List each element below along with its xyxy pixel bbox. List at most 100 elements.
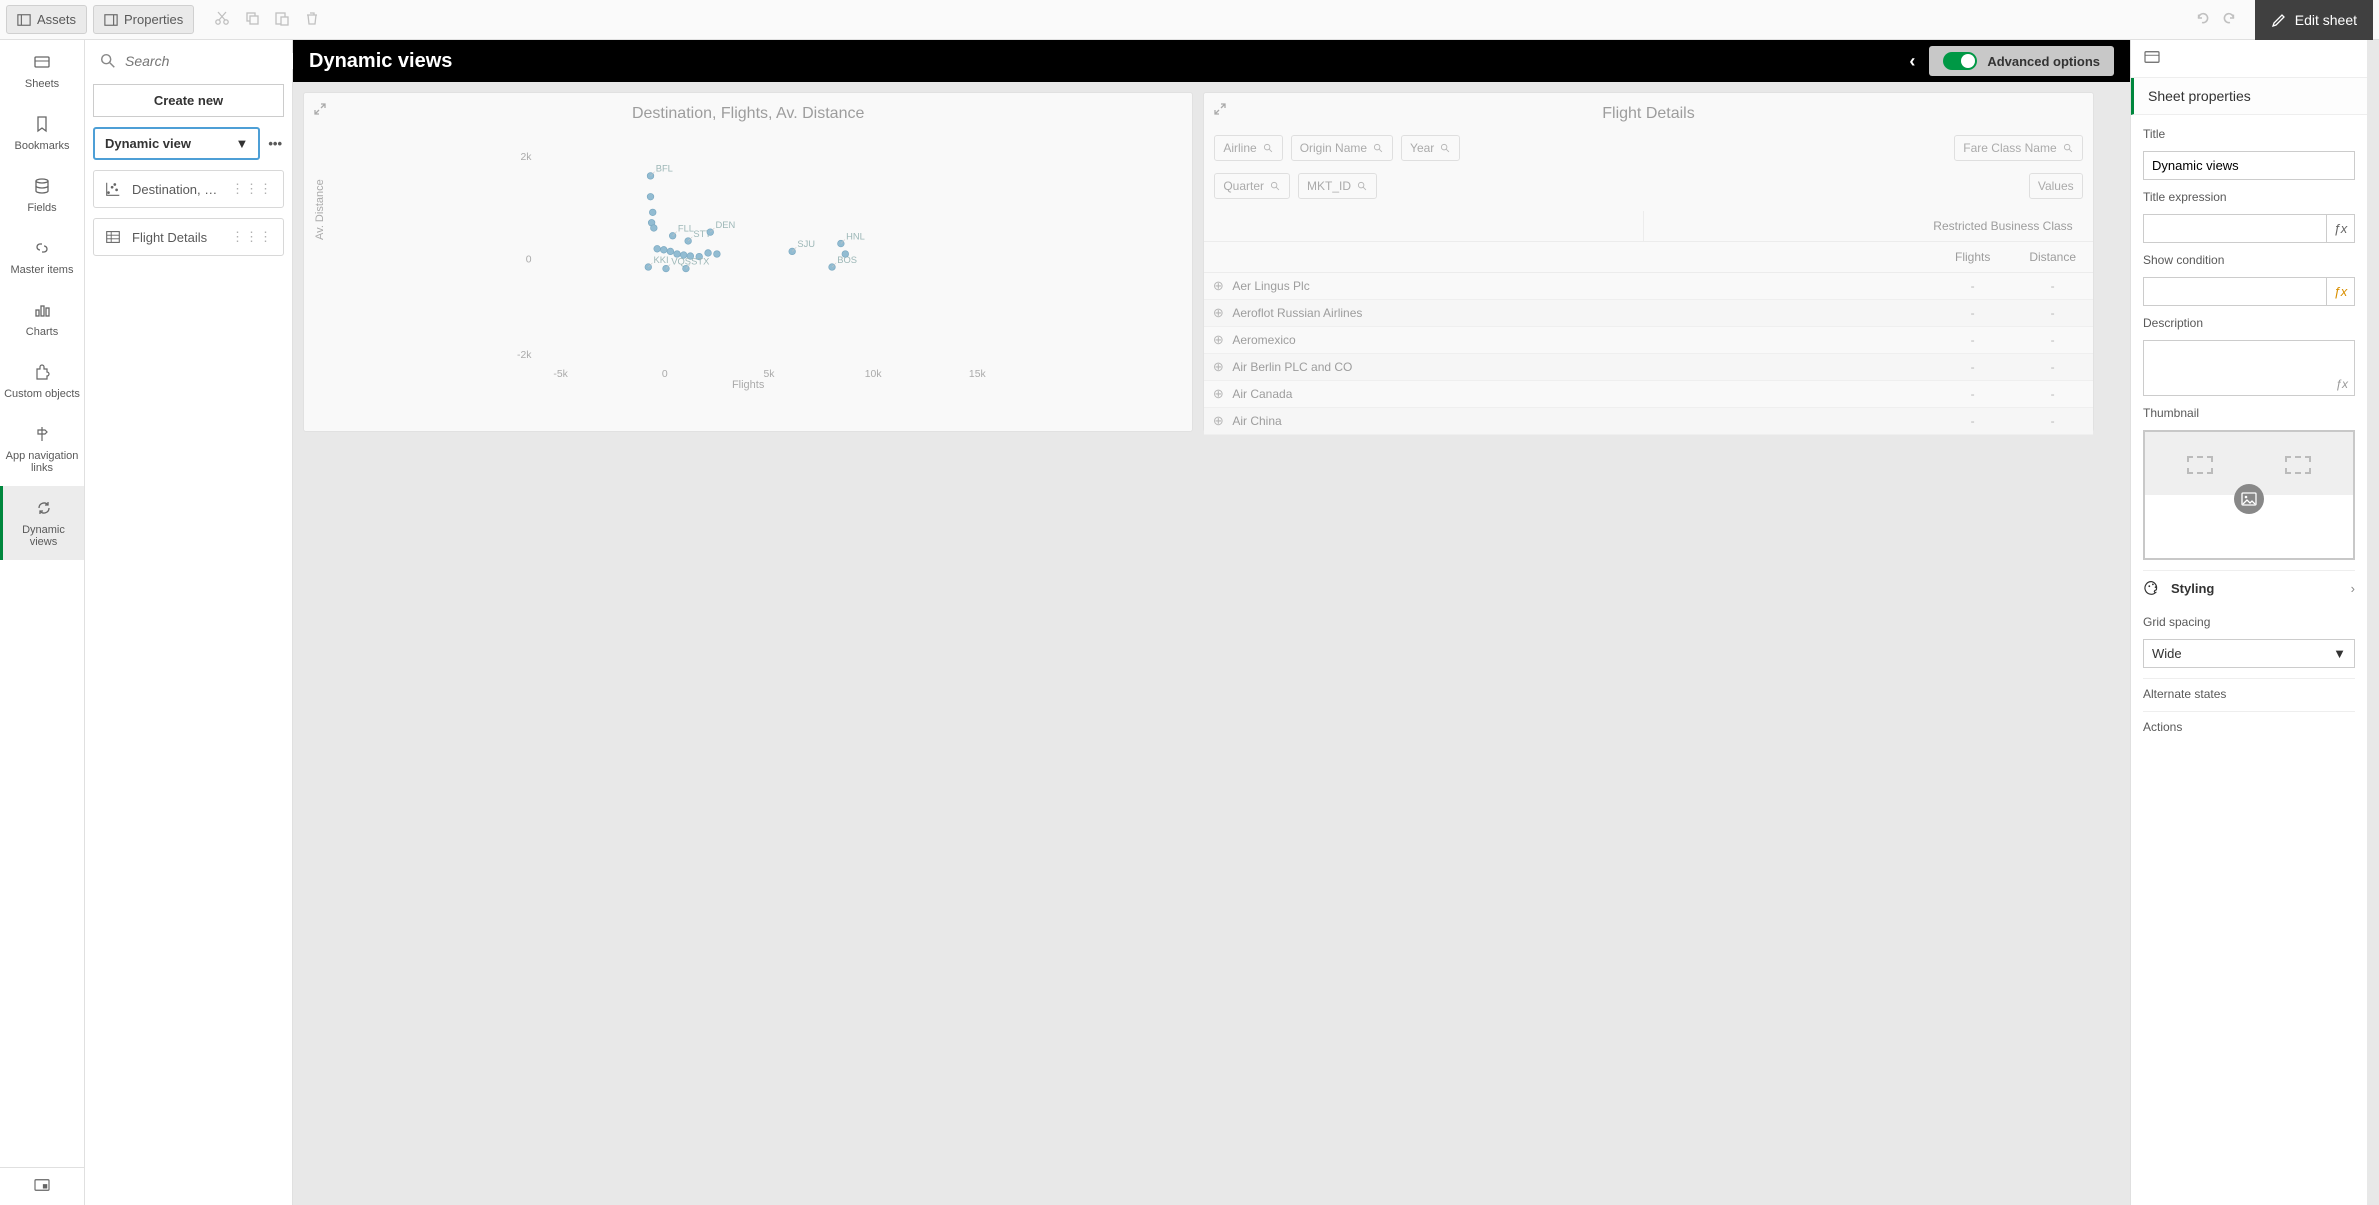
alt-states-section[interactable]: Alternate states: [2143, 678, 2355, 701]
filter-airline[interactable]: Airline: [1214, 135, 1282, 161]
rail-charts[interactable]: Charts: [0, 288, 84, 350]
redo-icon[interactable]: [2221, 9, 2239, 30]
show-cond-input[interactable]: [2143, 277, 2326, 306]
image-upload-icon[interactable]: [2234, 484, 2264, 514]
search-input[interactable]: [125, 53, 307, 69]
canvas: Dynamic views ‹ Advanced options Destina…: [293, 40, 2130, 1205]
filter-quarter[interactable]: Quarter: [1214, 173, 1290, 199]
drag-handle-icon[interactable]: ⋮⋮⋮: [231, 229, 273, 245]
asset-item-table[interactable]: Flight Details ⋮⋮⋮: [93, 218, 284, 256]
x-axis-label: Flights: [304, 379, 1192, 391]
chevron-down-icon: ▼: [235, 136, 248, 151]
thumbnail-picker[interactable]: [2143, 430, 2355, 560]
svg-text:SJU: SJU: [797, 239, 815, 249]
col-flights[interactable]: Flights: [1933, 242, 2013, 272]
rail-dynamic-views[interactable]: Dynamic views: [0, 486, 84, 560]
rail-bottom-sheet[interactable]: [0, 1167, 84, 1205]
paste-icon[interactable]: [274, 10, 290, 29]
expand-icon[interactable]: [312, 101, 328, 120]
expand-row-icon[interactable]: ⊕: [1204, 381, 1232, 407]
edit-sheet-button[interactable]: Edit sheet: [2255, 0, 2373, 40]
table-viz[interactable]: Flight Details Airline Origin Name Year …: [1203, 92, 2093, 432]
top-toolbar: Assets Properties: [0, 0, 2379, 40]
row-distance: -: [2013, 382, 2093, 406]
table-row[interactable]: ⊕Air China--: [1204, 408, 2092, 435]
filter-values[interactable]: Values: [2029, 173, 2083, 199]
rail-app-nav[interactable]: App navigation links: [0, 412, 84, 486]
delete-icon[interactable]: [304, 10, 320, 29]
cut-icon[interactable]: [214, 10, 230, 29]
database-icon: [32, 176, 52, 196]
expand-row-icon[interactable]: ⊕: [1204, 408, 1232, 434]
prev-sheet-button[interactable]: ‹: [1895, 51, 1929, 72]
expand-icon[interactable]: [1212, 101, 1228, 120]
advanced-options-toggle[interactable]: Advanced options: [1929, 46, 2114, 76]
scatter-chart-viz[interactable]: Destination, Flights, Av. Distance Av. D…: [303, 92, 1193, 432]
row-name: Air Canada: [1232, 382, 1932, 406]
fx-corner-icon[interactable]: ƒx: [2335, 377, 2348, 391]
filter-origin[interactable]: Origin Name: [1291, 135, 1393, 161]
svg-text:-2k: -2k: [517, 350, 532, 361]
table-title: Flight Details: [1204, 93, 2092, 129]
thumb-placeholder-icon: [2285, 456, 2311, 474]
grid-spacing-select[interactable]: Wide ▼: [2143, 639, 2355, 668]
chevron-right-icon: ›: [2351, 581, 2355, 596]
filter-mktid[interactable]: MKT_ID: [1298, 173, 1377, 199]
expand-row-icon[interactable]: ⊕: [1204, 354, 1232, 380]
asset-item-scatter[interactable]: Destination, Fli... ⋮⋮⋮: [93, 170, 284, 208]
filter-year[interactable]: Year: [1401, 135, 1460, 161]
styling-section[interactable]: Styling ›: [2143, 570, 2355, 605]
col-distance[interactable]: Distance: [2013, 242, 2093, 272]
row-flights: -: [1933, 274, 2013, 298]
svg-text:BFL: BFL: [656, 164, 673, 174]
filter-fare-class[interactable]: Fare Class Name: [1954, 135, 2082, 161]
expand-row-icon[interactable]: ⊕: [1204, 327, 1232, 353]
table-row[interactable]: ⊕Air Berlin PLC and CO--: [1204, 354, 2092, 381]
svg-text:FLL: FLL: [678, 224, 694, 234]
row-name: Air Berlin PLC and CO: [1232, 355, 1932, 379]
assets-panel: Create new Dynamic view ▼ ••• Destinatio…: [85, 40, 293, 1205]
properties-tab[interactable]: Properties: [93, 5, 194, 34]
title-expr-input[interactable]: [2143, 214, 2326, 243]
rail-fields[interactable]: Fields: [0, 164, 84, 226]
refresh-icon: [34, 498, 54, 518]
properties-panel: Sheet properties Title Title expression …: [2130, 40, 2367, 1205]
styling-label: Styling: [2171, 581, 2214, 596]
expand-row-icon[interactable]: ⊕: [1204, 273, 1232, 299]
description-input[interactable]: ƒx: [2143, 340, 2355, 396]
fx-button[interactable]: ƒx: [2326, 277, 2355, 306]
title-input[interactable]: [2143, 151, 2355, 180]
assets-tab[interactable]: Assets: [6, 5, 87, 34]
sheet-title-bar: Dynamic views ‹ Advanced options: [293, 40, 2130, 82]
column-group-header: Restricted Business Class: [1643, 211, 2093, 241]
drag-handle-icon[interactable]: ⋮⋮⋮: [231, 181, 273, 197]
sheet-icon: [32, 52, 52, 72]
dynamic-view-dropdown[interactable]: Dynamic view ▼: [93, 127, 260, 160]
y-axis-label: Av. Distance: [314, 179, 326, 240]
scrollbar[interactable]: [2367, 40, 2379, 1205]
table-row[interactable]: ⊕Aeromexico--: [1204, 327, 2092, 354]
create-new-button[interactable]: Create new: [93, 84, 284, 117]
fx-button[interactable]: ƒx: [2326, 214, 2355, 243]
grid-spacing-value: Wide: [2152, 646, 2182, 661]
rail-bookmarks[interactable]: Bookmarks: [0, 102, 84, 164]
chevron-down-icon: ▼: [2333, 646, 2346, 661]
undo-icon[interactable]: [2193, 9, 2211, 30]
rail-master-label: Master items: [11, 264, 74, 276]
table-row[interactable]: ⊕Aeroflot Russian Airlines--: [1204, 300, 2092, 327]
svg-text:STX: STX: [691, 256, 710, 266]
copy-icon[interactable]: [244, 10, 260, 29]
rail-sheets[interactable]: Sheets: [0, 40, 84, 102]
rail-master-items[interactable]: Master items: [0, 226, 84, 288]
more-button[interactable]: •••: [266, 130, 284, 157]
svg-text:0: 0: [526, 254, 532, 265]
row-distance: -: [2013, 355, 2093, 379]
row-name: Aer Lingus Plc: [1232, 274, 1932, 298]
rail-custom-objects[interactable]: Custom objects: [0, 350, 84, 412]
actions-section[interactable]: Actions: [2143, 711, 2355, 734]
puzzle-icon: [32, 362, 52, 382]
expand-row-icon[interactable]: ⊕: [1204, 300, 1232, 326]
rail-sheets-label: Sheets: [25, 78, 59, 90]
table-row[interactable]: ⊕Aer Lingus Plc--: [1204, 273, 2092, 300]
table-row[interactable]: ⊕Air Canada--: [1204, 381, 2092, 408]
